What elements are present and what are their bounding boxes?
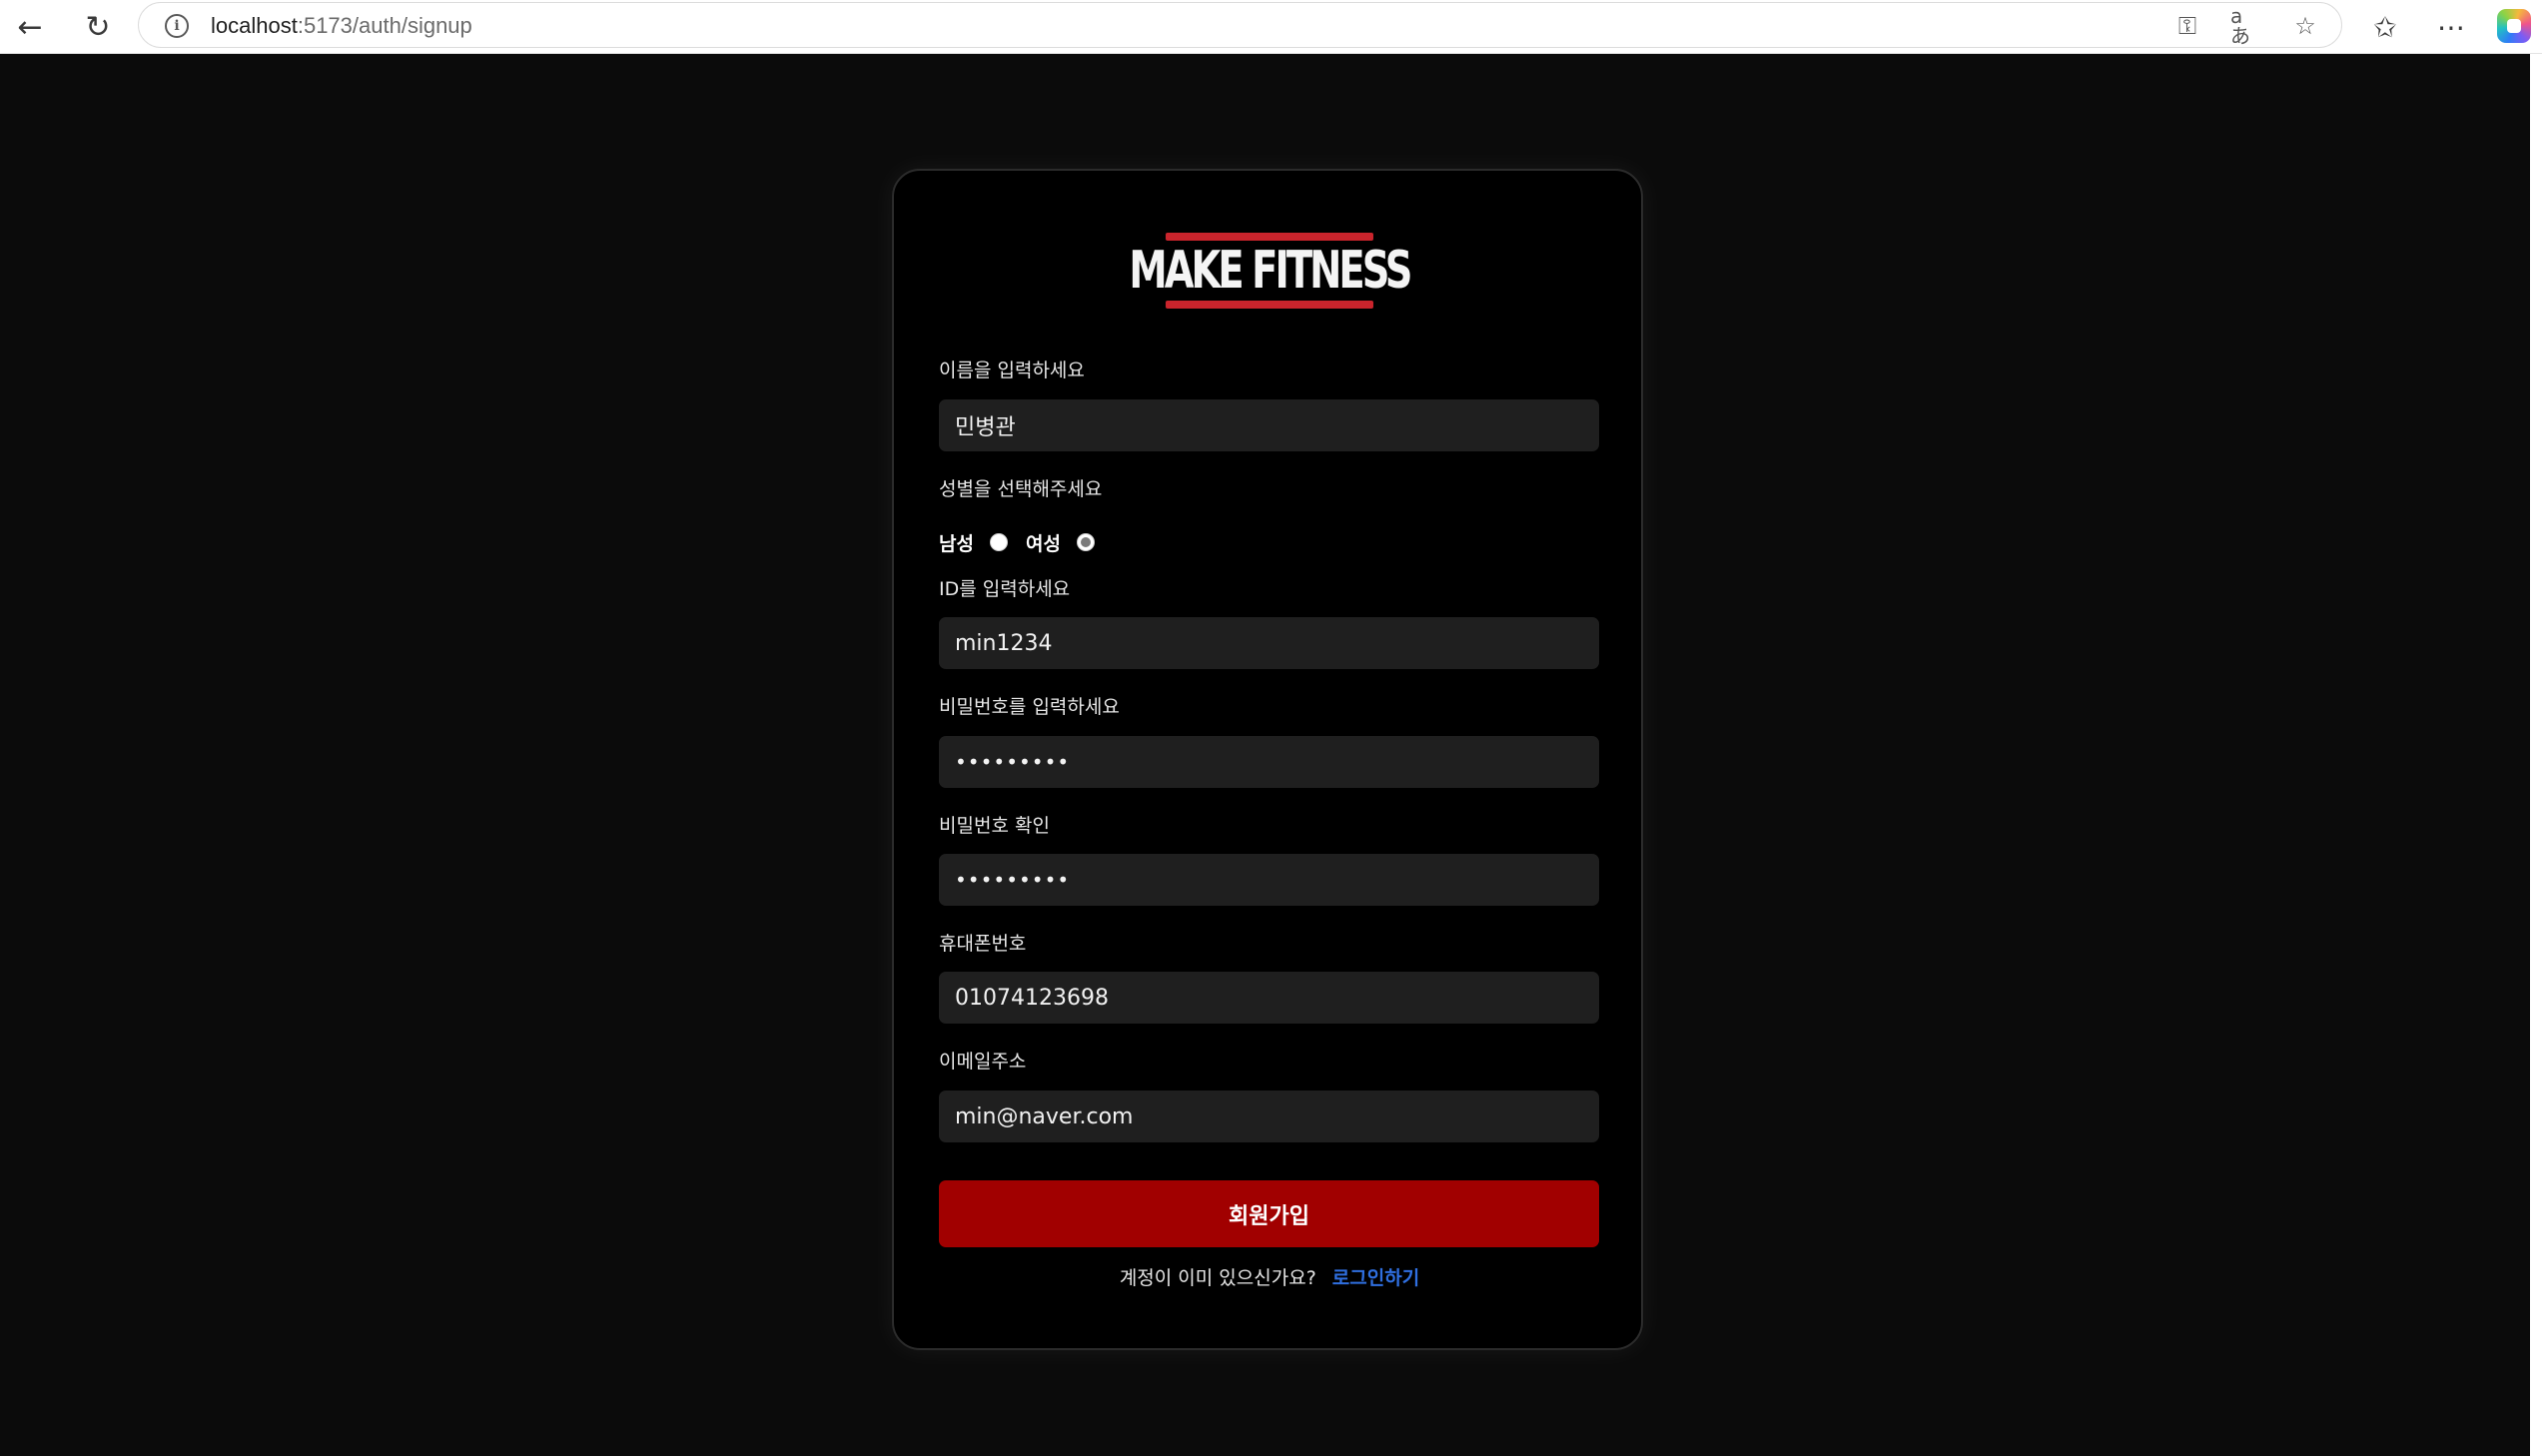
password-label: 비밀번호를 입력하세요 [939,696,1120,718]
browser-toolbar: ← ↻ i localhost:5173/auth/signup ⚿ aあ ☆ … [0,0,2542,54]
favorites-list-icon[interactable]: ✩ [2365,8,2405,48]
phone-input[interactable] [939,972,1599,1024]
favorite-star-icon[interactable]: ☆ [2290,11,2320,41]
translate-icon[interactable]: aあ [2230,6,2260,46]
window-edge [2530,54,2542,1456]
copilot-icon[interactable] [2497,9,2531,43]
url-host: localhost [211,13,298,38]
signup-button[interactable]: 회원가입 [939,1180,1599,1247]
address-bar[interactable]: i localhost:5173/auth/signup ⚿ aあ ☆ [138,2,2342,48]
gender-radio-group: 남성 여성 [939,527,1113,557]
site-info-icon[interactable]: i [165,14,189,38]
key-icon[interactable]: ⚿ [2172,11,2202,41]
url-text[interactable]: localhost:5173/auth/signup [211,13,472,39]
email-label: 이메일주소 [939,1051,1027,1073]
id-input[interactable] [939,617,1599,669]
male-label: 남성 [939,532,974,555]
logo-top-bar [1166,233,1373,241]
more-menu-icon[interactable]: ⋯ [2431,8,2471,48]
name-input[interactable] [939,399,1599,451]
female-radio[interactable] [1076,533,1095,551]
password-confirm-label: 비밀번호 확인 [939,815,1050,837]
male-radio[interactable] [989,533,1008,551]
login-link[interactable]: 로그인하기 [1332,1263,1419,1290]
logo-bottom-bar [1166,301,1373,309]
id-label: ID를 입력하세요 [939,578,1071,600]
female-label: 여성 [1025,532,1061,555]
url-path: :5173/auth/signup [297,13,472,38]
make-fitness-logo: MAKE FITNESS [1129,233,1413,309]
signup-page: MAKE FITNESS 이름을 입력하세요 성별을 선택해주세요 남성 여성 … [0,54,2530,1456]
back-arrow-icon[interactable]: ← [10,8,50,48]
signup-card: MAKE FITNESS 이름을 입력하세요 성별을 선택해주세요 남성 여성 … [892,169,1643,1350]
login-question-text: 계정이 이미 있으신가요? [1119,1266,1316,1289]
login-prompt: 계정이 이미 있으신가요? 로그인하기 [894,1261,1645,1291]
name-label: 이름을 입력하세요 [939,360,1085,381]
password-confirm-input[interactable] [939,854,1599,906]
logo-text: MAKE FITNESS [1129,241,1412,301]
email-input[interactable] [939,1091,1599,1142]
gender-label: 성별을 선택해주세요 [939,478,1103,500]
reload-icon[interactable]: ↻ [78,8,118,48]
phone-label: 휴대폰번호 [939,933,1027,955]
password-input[interactable] [939,736,1599,788]
